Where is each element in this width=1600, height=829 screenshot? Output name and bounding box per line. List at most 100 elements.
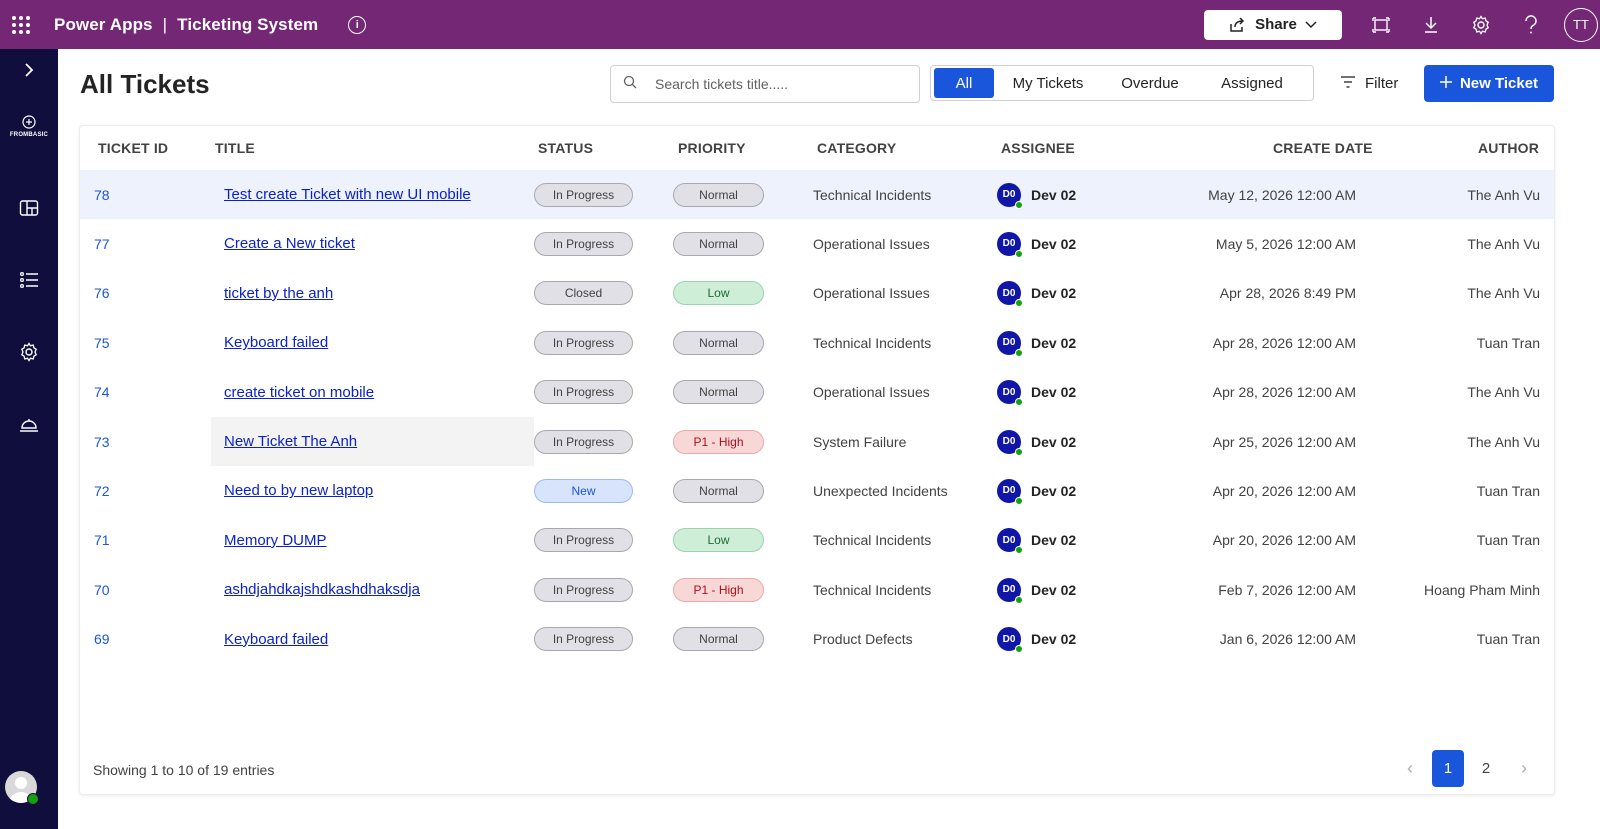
ticket-title-link[interactable]: Memory DUMP — [224, 532, 327, 549]
header-create-date[interactable]: CREATE DATE — [1273, 140, 1373, 156]
table-row[interactable]: 71 Memory DUMP In Progress Low Technical Inc… — [80, 516, 1554, 565]
table-row[interactable]: 73 New Ticket The Anh In Progress P1 - High… — [80, 417, 1554, 466]
share-button[interactable]: Share — [1204, 9, 1342, 40]
status-badge: In Progress — [534, 231, 633, 256]
table-row[interactable]: 70 ashdjahdkajshdkashdhaksdja In Progress P… — [80, 565, 1554, 614]
status-badge: In Progress — [534, 330, 633, 355]
presence-available-icon — [1015, 595, 1023, 604]
ticket-id: 70 — [94, 581, 110, 598]
assignee-avatar: D0 — [997, 380, 1023, 407]
assignee-initials: D0 — [1002, 534, 1016, 546]
next-page-icon[interactable]: › — [1508, 750, 1540, 787]
assignee-cell: D0 Dev 02 — [997, 516, 1076, 565]
ticket-title-cell: Keyboard failed — [224, 615, 328, 664]
create-date: Apr 28, 2026 12:00 AM — [1212, 334, 1356, 351]
service-bell-icon — [20, 419, 38, 432]
table-row[interactable]: 78 Test create Ticket with new UI mobile I… — [80, 170, 1554, 219]
tab-overdue[interactable]: Overdue — [1102, 68, 1198, 98]
ticket-title-link[interactable]: Test create Ticket with new UI mobile — [224, 186, 471, 203]
download-icon[interactable] — [1406, 0, 1456, 49]
header-category[interactable]: CATEGORY — [817, 140, 896, 156]
header-status[interactable]: STATUS — [538, 140, 593, 156]
ticket-title-cell: Memory DUMP — [224, 516, 327, 565]
tab-assigned[interactable]: Assigned — [1198, 68, 1306, 98]
expand-chevron-icon[interactable] — [0, 59, 58, 81]
search-box — [610, 65, 920, 103]
header-priority[interactable]: PRIORITY — [678, 140, 746, 156]
status-badge: New — [534, 478, 633, 503]
search-icon — [623, 75, 637, 94]
header-title[interactable]: TITLE — [215, 140, 255, 156]
page-2-button[interactable]: 2 — [1470, 750, 1502, 787]
tab-my-tickets[interactable]: My Tickets — [994, 68, 1102, 98]
rail-item-settings[interactable] — [0, 339, 58, 365]
assignee-name: Dev 02 — [1031, 532, 1077, 549]
create-date: Apr 20, 2026 12:00 AM — [1212, 532, 1356, 549]
fit-to-window-icon[interactable] — [1356, 0, 1406, 49]
create-date: Apr 25, 2026 12:00 AM — [1212, 433, 1356, 450]
ticket-title-link[interactable]: create ticket on mobile — [224, 384, 374, 401]
assignee-cell: D0 Dev 02 — [997, 269, 1076, 318]
status-badge: In Progress — [534, 429, 633, 454]
table-row[interactable]: 75 Keyboard failed In Progress Normal Techni… — [80, 318, 1554, 367]
priority-badge: Normal — [673, 627, 764, 652]
ticket-title-cell: ticket by the anh — [224, 269, 333, 318]
search-input[interactable] — [653, 75, 897, 93]
tab-all[interactable]: All — [934, 68, 994, 98]
priority-cell: P1 - High — [673, 565, 764, 614]
settings-icon[interactable] — [1456, 0, 1506, 49]
assignee-name: Dev 02 — [1031, 334, 1077, 351]
status-cell: In Progress — [534, 615, 633, 664]
ticket-title-link[interactable]: New Ticket The Anh — [224, 433, 357, 450]
new-ticket-button[interactable]: New Ticket — [1424, 65, 1554, 102]
status-badge: In Progress — [534, 182, 633, 207]
status-cell: Closed — [534, 269, 633, 318]
rail-item-service[interactable] — [0, 411, 58, 437]
user-avatar[interactable]: TT — [1564, 7, 1598, 42]
table-row[interactable]: 72 Need to by new laptop New Normal Unexpect… — [80, 466, 1554, 515]
ticket-title-link[interactable]: ashdjahdkajshdkashdhaksdja — [224, 581, 420, 598]
create-date: Jan 6, 2026 12:00 AM — [1219, 631, 1356, 648]
ticket-title-cell: Test create Ticket with new UI mobile — [224, 170, 471, 219]
header-author[interactable]: AUTHOR — [1478, 140, 1539, 156]
author: The Anh Vu — [1467, 235, 1540, 252]
ticket-title-link[interactable]: Keyboard failed — [224, 631, 328, 648]
gear-icon — [20, 342, 38, 362]
presence-available-icon — [1015, 645, 1023, 654]
prev-page-icon[interactable]: ‹ — [1394, 750, 1426, 787]
page-1-button[interactable]: 1 — [1432, 750, 1464, 787]
rail-item-tickets[interactable] — [0, 267, 58, 293]
assignee-avatar: D0 — [997, 330, 1023, 357]
app-launcher-icon[interactable] — [10, 14, 32, 36]
ticket-title-link[interactable]: Create a New ticket — [224, 235, 355, 252]
create-date: May 12, 2026 12:00 AM — [1208, 186, 1356, 203]
header-assignee[interactable]: ASSIGNEE — [1001, 140, 1075, 156]
table-row[interactable]: 74 create ticket on mobile In Progress Norm… — [80, 368, 1554, 417]
table-row[interactable]: 77 Create a New ticket In Progress Normal Op… — [80, 219, 1554, 268]
priority-badge: Normal — [673, 380, 764, 405]
chevron-down-icon — [1305, 20, 1317, 29]
filter-button[interactable]: Filter — [1340, 65, 1398, 101]
table-row[interactable]: 69 Keyboard failed In Progress Normal Produc… — [80, 615, 1554, 664]
rail-item-dashboard[interactable] — [0, 195, 58, 221]
help-icon[interactable] — [1506, 0, 1556, 49]
create-date: Apr 20, 2026 12:00 AM — [1212, 482, 1356, 499]
assignee-cell: D0 Dev 02 — [997, 466, 1076, 515]
ticket-title-link[interactable]: Keyboard failed — [224, 334, 328, 351]
info-icon[interactable]: i — [348, 15, 367, 34]
header-ticket-id[interactable]: TICKET ID — [98, 140, 168, 156]
author: The Anh Vu — [1467, 186, 1540, 203]
assignee-initials: D0 — [1002, 337, 1016, 349]
assignee-cell: D0 Dev 02 — [997, 170, 1076, 219]
category: Operational Issues — [813, 285, 930, 302]
priority-badge: Normal — [673, 478, 764, 503]
priority-cell: Normal — [673, 615, 764, 664]
table-row[interactable]: 76 ticket by the anh Closed Low Operational … — [80, 269, 1554, 318]
pagination: ‹ 1 2 › — [1394, 750, 1540, 787]
ticket-title-link[interactable]: ticket by the anh — [224, 285, 333, 302]
priority-cell: Normal — [673, 219, 764, 268]
logo-icon — [22, 115, 36, 129]
status-badge: Closed — [534, 281, 633, 306]
priority-badge: P1 - High — [673, 577, 764, 602]
ticket-title-link[interactable]: Need to by new laptop — [224, 482, 373, 499]
